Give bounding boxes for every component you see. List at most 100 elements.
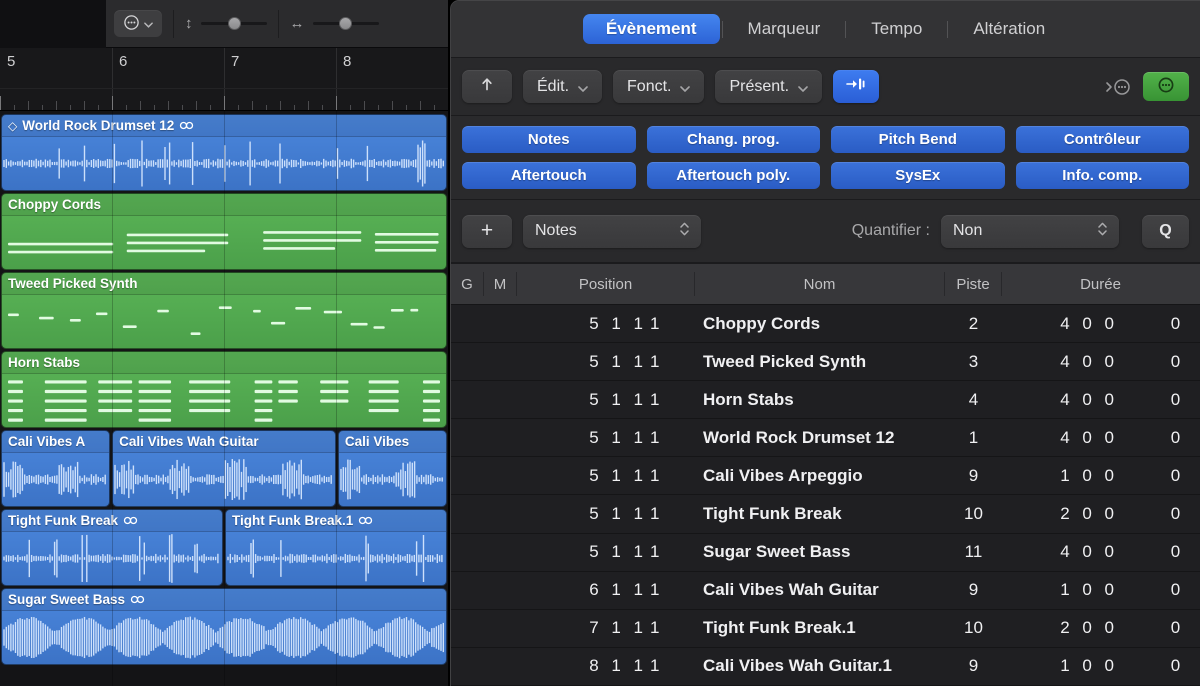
region-title: Cali Vibes: [339, 431, 446, 453]
quantize-select[interactable]: Non: [941, 215, 1119, 248]
region-tweed-picked-synth[interactable]: Tweed Picked Synth: [1, 272, 447, 349]
functions-menu-button[interactable]: Fonct.: [613, 70, 704, 103]
event-position-tick: 1: [649, 314, 695, 334]
event-row[interactable]: 5 1 1 1 Tight Funk Break 10 2 0 0 0: [451, 495, 1200, 533]
event-name: Choppy Cords: [695, 314, 945, 334]
filter-info-comp[interactable]: Info. comp.: [1016, 162, 1190, 189]
event-length: 4 0 0: [1002, 390, 1152, 410]
event-row[interactable]: 7 1 1 1 Tight Funk Break.1 10 2 0 0 0: [451, 610, 1200, 648]
tab-tempo[interactable]: Tempo: [848, 14, 945, 44]
region-name: Tweed Picked Synth: [8, 276, 138, 291]
loop-icon: [123, 513, 138, 528]
region-sugar-sweet-bass[interactable]: Sugar Sweet Bass: [1, 588, 447, 665]
filter-sysex[interactable]: SysEx: [831, 162, 1005, 189]
tab-marqueur[interactable]: Marqueur: [725, 14, 844, 44]
region-name: Cali Vibes Wah Guitar: [119, 434, 259, 449]
event-track: 1: [945, 428, 1002, 448]
midi-notes: [2, 374, 446, 427]
waveform: [339, 453, 446, 506]
header-m: M: [484, 272, 517, 296]
event-toolbar: Édit. Fonct. Présent.: [451, 58, 1200, 116]
chevron-down-icon: [144, 16, 153, 31]
slider-knob[interactable]: [228, 17, 241, 30]
horizontal-zoom-slider[interactable]: [313, 22, 379, 25]
event-position-tick: 1: [649, 618, 695, 638]
event-row[interactable]: 5 1 1 1 Cali Vibes Arpeggio 9 1 0 0 0: [451, 457, 1200, 495]
region-content: [2, 611, 446, 664]
event-name: Tweed Picked Synth: [695, 352, 945, 372]
event-row[interactable]: 5 1 1 1 Choppy Cords 2 4 0 0 0: [451, 305, 1200, 343]
event-position: 5 1 1: [517, 314, 649, 334]
track-lane: Tweed Picked Synth: [0, 271, 448, 350]
event-row[interactable]: 6 1 1 1 Cali Vibes Wah Guitar 9 1 0 0 0: [451, 572, 1200, 610]
event-row[interactable]: 5 1 1 1 World Rock Drumset 12 1 4 0 0 0: [451, 419, 1200, 457]
edit-menu-button[interactable]: Édit.: [523, 70, 602, 103]
midi-in-button[interactable]: [833, 70, 879, 103]
event-track: 10: [945, 504, 1002, 524]
midi-notes: [2, 216, 446, 269]
event-row[interactable]: 5 1 1 1 Tweed Picked Synth 3 4 0 0 0: [451, 343, 1200, 381]
event-length-tick: 0: [1152, 390, 1199, 410]
slider-knob[interactable]: [339, 17, 352, 30]
event-row[interactable]: 5 1 1 1 Horn Stabs 4 4 0 0 0: [451, 381, 1200, 419]
event-position: 5 1 1: [517, 390, 649, 410]
vertical-zoom-slider[interactable]: [201, 22, 267, 25]
logic-window: ↕ ↔ 5678 ◇World Rock Drumset 12 Choppy Co…: [0, 0, 1200, 686]
event-track: 11: [945, 542, 1002, 562]
hierarchy-up-button[interactable]: [462, 70, 512, 103]
event-length: 4 0 0: [1002, 314, 1152, 334]
region-horn-stabs[interactable]: Horn Stabs: [1, 351, 447, 428]
zoom-tools: ↕ ↔: [106, 0, 448, 48]
track-lane: Sugar Sweet Bass: [0, 587, 448, 666]
midi-plug-active-button[interactable]: [1143, 72, 1189, 101]
region-name: Choppy Cords: [8, 197, 101, 212]
filter-pitch-bend[interactable]: Pitch Bend: [831, 126, 1005, 153]
add-event-button[interactable]: +: [462, 215, 512, 248]
ruler-bar-number: 7: [231, 53, 239, 70]
event-row[interactable]: 5 1 1 1 Sugar Sweet Bass 11 4 0 0 0: [451, 534, 1200, 572]
region-content: [2, 295, 446, 348]
quantize-apply-button[interactable]: Q: [1142, 215, 1189, 248]
filter-aftertouch[interactable]: Aftertouch: [462, 162, 636, 189]
region-world-rock-drumset-12[interactable]: ◇World Rock Drumset 12: [1, 114, 447, 191]
event-name: World Rock Drumset 12: [695, 428, 945, 448]
region-tight-funk-break[interactable]: Tight Funk Break: [1, 509, 223, 586]
region-title: Tight Funk Break.1: [226, 510, 446, 532]
region-title: Cali Vibes A: [2, 431, 109, 453]
vertical-zoom-control: ↕: [185, 15, 267, 32]
tab-separator: [722, 21, 723, 38]
track-lane: Horn Stabs: [0, 350, 448, 429]
tab-separator: [947, 21, 948, 38]
region-title: Choppy Cords: [2, 194, 446, 216]
event-length-tick: 0: [1152, 466, 1199, 486]
region-name: Cali Vibes A: [8, 434, 85, 449]
toolbar-divider: [278, 10, 279, 38]
event-row[interactable]: 8 1 1 1 Cali Vibes Wah Guitar.1 9 1 0 0 …: [451, 648, 1200, 686]
filter-chang-prog[interactable]: Chang. prog.: [647, 126, 821, 153]
waveform: [2, 453, 109, 506]
event-length-tick: 0: [1152, 352, 1199, 372]
region-tight-funk-break-1[interactable]: Tight Funk Break.1: [225, 509, 447, 586]
event-type-select[interactable]: Notes: [523, 215, 701, 248]
region-name: Tight Funk Break.1: [232, 513, 353, 528]
midi-plug-icon[interactable]: [1104, 78, 1132, 96]
chevron-up-down-icon: [1098, 222, 1107, 241]
view-menu-button[interactable]: Présent.: [715, 70, 822, 103]
event-length: 1 0 0: [1002, 580, 1152, 600]
chevron-down-icon: [680, 79, 690, 97]
region-menu-button[interactable]: [114, 10, 162, 37]
tab-evenement[interactable]: Évènement: [583, 14, 720, 44]
waveform: [113, 453, 335, 506]
region-cali-vibes-wah-guitar[interactable]: Cali Vibes Wah Guitar: [112, 430, 336, 507]
region-cali-vibes-a[interactable]: Cali Vibes A: [1, 430, 110, 507]
midi-in-icon: [845, 77, 867, 96]
track-lane: ◇World Rock Drumset 12: [0, 113, 448, 192]
event-table-body: 5 1 1 1 Choppy Cords 2 4 0 0 0 5 1 1 1 T…: [451, 305, 1200, 686]
filter-controleur[interactable]: Contrôleur: [1016, 126, 1190, 153]
tab-alteration[interactable]: Altération: [950, 14, 1068, 44]
region-choppy-cords[interactable]: Choppy Cords: [1, 193, 447, 270]
filter-notes[interactable]: Notes: [462, 126, 636, 153]
region-cali-vibes[interactable]: Cali Vibes: [338, 430, 447, 507]
filter-aftertouch-poly[interactable]: Aftertouch poly.: [647, 162, 821, 189]
bar-ruler[interactable]: 5678: [0, 48, 448, 111]
